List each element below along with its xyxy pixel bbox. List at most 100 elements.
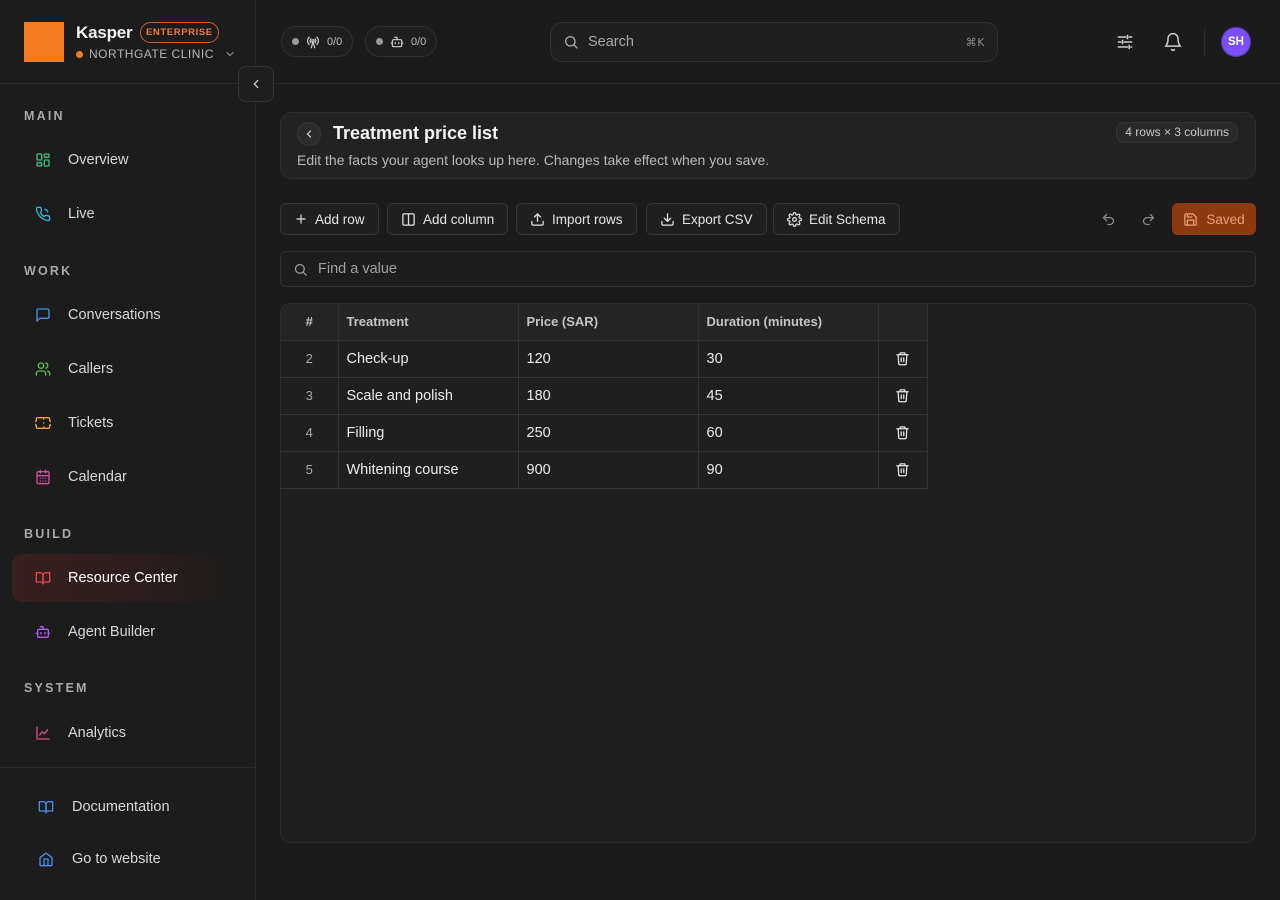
notifications-button[interactable] — [1161, 30, 1185, 54]
delete-row-button[interactable] — [893, 386, 913, 406]
cell-price[interactable]: 120 — [518, 340, 699, 378]
add-row-button[interactable]: Add row — [280, 203, 379, 235]
redo-button[interactable] — [1136, 207, 1160, 231]
cell-price[interactable]: 250 — [518, 414, 699, 452]
brand-name: Kasper — [76, 23, 133, 42]
search-icon — [293, 262, 308, 277]
add-row-label: Add row — [315, 211, 365, 227]
export-csv-label: Export CSV — [682, 211, 753, 227]
sidebar-item-overview[interactable]: Overview — [12, 136, 234, 184]
user-avatar[interactable]: SH — [1222, 28, 1250, 56]
import-rows-button[interactable]: Import rows — [516, 203, 637, 235]
delete-row-button[interactable] — [893, 349, 913, 369]
chevron-down-icon — [224, 48, 236, 60]
sidebar-item-agent-builder[interactable]: Agent Builder — [12, 608, 234, 656]
cell-treatment[interactable]: Check-up — [338, 340, 519, 378]
row-actions — [878, 377, 928, 415]
page-subtitle: Edit the facts your agent looks up here.… — [297, 152, 770, 168]
cell-treatment[interactable]: Whitening course — [338, 451, 519, 489]
edit-schema-button[interactable]: Edit Schema — [773, 203, 900, 235]
sidebar-item-conversations[interactable]: Conversations — [12, 291, 234, 339]
plan-badge: ENTERPRISE — [140, 22, 219, 43]
agents-status[interactable]: 0/0 — [365, 26, 438, 57]
sidebar-item-label: Conversations — [68, 307, 161, 323]
sliders-icon — [1115, 32, 1135, 52]
nav-section-build: BUILD — [24, 527, 74, 541]
column-header-actions — [878, 304, 928, 341]
sidebar-item-live[interactable]: Live — [12, 190, 234, 238]
cell-duration[interactable]: 90 — [698, 451, 879, 489]
sidebar-item-resource-center[interactable]: Resource Center — [12, 554, 234, 602]
trash-icon — [895, 388, 910, 403]
column-header-duration[interactable]: Duration (minutes) — [698, 304, 879, 341]
search-shortcut: ⌘K — [965, 35, 985, 49]
topbar-separator — [1204, 28, 1205, 56]
row-actions — [878, 414, 928, 452]
sidebar: Kasper ENTERPRISE NORTHGATE CLINIC MAIN … — [0, 0, 256, 900]
book-icon — [35, 570, 51, 586]
sidebar-item-label: Analytics — [68, 725, 127, 741]
documentation-link[interactable]: Documentation — [38, 799, 170, 815]
table-row: 3 Scale and polish 180 45 — [281, 377, 928, 415]
live-calls-status[interactable]: 0/0 — [281, 26, 354, 57]
cell-price[interactable]: 180 — [518, 377, 699, 415]
table-row: 5 Whitening course 900 90 — [281, 451, 928, 489]
chart-icon — [35, 725, 51, 741]
sidebar-item-label: Overview — [68, 152, 129, 168]
export-csv-button[interactable]: Export CSV — [646, 203, 767, 235]
global-search[interactable]: ⌘K — [550, 22, 998, 62]
status-dot — [376, 38, 383, 45]
trash-icon — [895, 425, 910, 440]
sidebar-divider — [0, 83, 256, 84]
delete-row-button[interactable] — [893, 460, 913, 480]
column-header-price[interactable]: Price (SAR) — [518, 304, 699, 341]
org-status-dot — [76, 50, 83, 58]
live-calls-count: 0/0 — [327, 35, 343, 48]
find-value-input[interactable] — [318, 261, 1243, 277]
sidebar-footer-divider — [0, 767, 256, 768]
bell-icon — [1163, 32, 1183, 52]
status-dot — [292, 38, 299, 45]
row-number: 4 — [281, 414, 339, 452]
collapse-sidebar-button[interactable] — [238, 66, 274, 102]
column-header-treatment[interactable]: Treatment — [338, 304, 519, 341]
sidebar-item-tickets[interactable]: Tickets — [12, 399, 234, 447]
phone-icon — [35, 206, 51, 222]
sidebar-item-calendar[interactable]: Calendar — [12, 453, 234, 501]
ticket-icon — [35, 415, 51, 431]
row-actions — [878, 451, 928, 489]
brand: Kasper ENTERPRISE NORTHGATE CLINIC — [24, 22, 244, 62]
gear-icon — [787, 211, 802, 227]
home-icon — [38, 851, 54, 867]
find-value-search[interactable] — [280, 251, 1256, 287]
download-icon — [660, 212, 675, 227]
cell-duration[interactable]: 60 — [698, 414, 879, 452]
cell-price[interactable]: 900 — [518, 451, 699, 489]
sidebar-item-label: Tickets — [68, 415, 114, 431]
row-actions — [878, 340, 928, 378]
add-column-button[interactable]: Add column — [387, 203, 509, 235]
filters-button[interactable] — [1113, 30, 1137, 54]
sidebar-item-callers[interactable]: Callers — [12, 345, 234, 393]
table-dimensions-badge: 4 rows × 3 columns — [1116, 122, 1238, 143]
sidebar-item-label: Callers — [68, 361, 114, 377]
table-row: 2 Check-up 120 30 — [281, 340, 928, 378]
cell-duration[interactable]: 30 — [698, 340, 879, 378]
org-name: NORTHGATE CLINIC — [89, 47, 214, 61]
bot-icon — [35, 624, 51, 640]
org-switcher[interactable]: NORTHGATE CLINIC — [76, 47, 236, 61]
add-column-label: Add column — [423, 211, 495, 227]
go-to-website-link[interactable]: Go to website — [38, 851, 161, 867]
cell-treatment[interactable]: Scale and polish — [338, 377, 519, 415]
cell-treatment[interactable]: Filling — [338, 414, 519, 452]
cell-duration[interactable]: 45 — [698, 377, 879, 415]
sidebar-item-analytics[interactable]: Analytics — [12, 709, 234, 757]
save-button[interactable]: Saved — [1172, 203, 1256, 235]
search-icon — [563, 34, 579, 50]
back-button[interactable] — [297, 122, 321, 146]
search-input[interactable] — [588, 34, 957, 50]
column-header-number: # — [281, 304, 339, 341]
broadcast-icon — [306, 35, 320, 49]
delete-row-button[interactable] — [893, 423, 913, 443]
undo-button[interactable] — [1096, 207, 1120, 231]
